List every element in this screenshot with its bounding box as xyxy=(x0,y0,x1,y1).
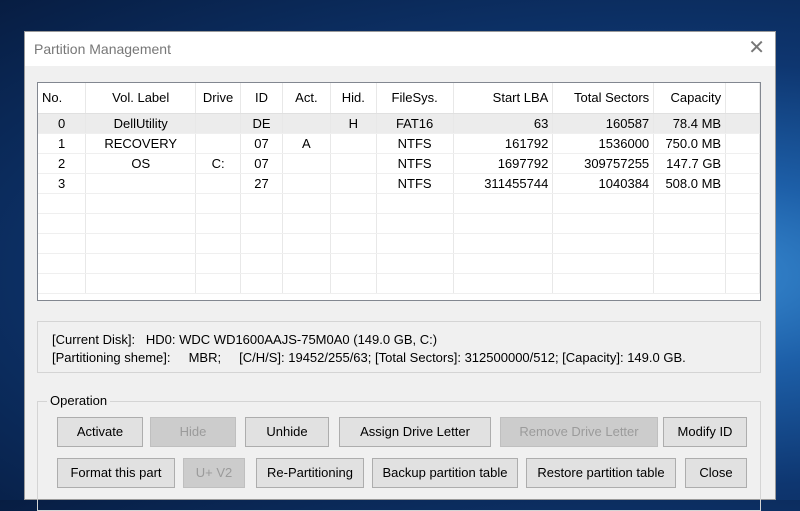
empty-row xyxy=(38,273,760,294)
cell-spacer xyxy=(725,133,760,154)
table-row[interactable]: 1 RECOVERY 07 A NTFS 161792 1536000 750.… xyxy=(38,133,760,154)
cell-drive: C: xyxy=(195,153,242,174)
format-partition-button[interactable]: Format this part xyxy=(57,458,175,488)
cell-spacer xyxy=(725,173,760,194)
title-bar: Partition Management ✕ xyxy=(25,32,775,66)
column-header-hid[interactable]: Hid. xyxy=(330,83,377,114)
cell-drive xyxy=(195,173,242,194)
backup-partition-table-button[interactable]: Backup partition table xyxy=(372,458,518,488)
cell-act xyxy=(282,173,331,194)
cell-capacity: 508.0 MB xyxy=(653,173,727,194)
partition-table: No. Vol. Label Drive ID Act. Hid. FileSy… xyxy=(38,83,760,294)
unhide-button[interactable]: Unhide xyxy=(245,417,329,447)
cell-no: 0 xyxy=(38,113,87,134)
empty-row xyxy=(38,193,760,214)
cell-no: 1 xyxy=(38,133,87,154)
cell-filesys: NTFS xyxy=(376,173,454,194)
cell-hid: H xyxy=(330,113,377,134)
cell-vol-label xyxy=(85,173,197,194)
table-row[interactable]: 0 DellUtility DE H FAT16 63 160587 78.4 … xyxy=(38,113,760,134)
cell-drive xyxy=(195,133,242,154)
re-partitioning-button[interactable]: Re-Partitioning xyxy=(256,458,364,488)
cell-filesys: NTFS xyxy=(376,153,454,174)
cell-start-lba: 161792 xyxy=(453,133,554,154)
cell-id: 07 xyxy=(240,153,283,174)
cell-start-lba: 63 xyxy=(453,113,554,134)
column-header-start-lba[interactable]: Start LBA xyxy=(453,83,554,114)
close-button[interactable]: Close xyxy=(685,458,747,488)
disk-info-panel: [Current Disk]: HD0: WDC WD1600AAJS-75M0… xyxy=(37,321,761,373)
column-header-drive[interactable]: Drive xyxy=(195,83,242,114)
column-header-spacer xyxy=(725,83,760,114)
operation-legend: Operation xyxy=(47,393,111,408)
partition-list[interactable]: No. Vol. Label Drive ID Act. Hid. FileSy… xyxy=(37,82,761,301)
cell-drive xyxy=(195,113,242,134)
cell-capacity: 78.4 MB xyxy=(653,113,727,134)
cell-act xyxy=(282,113,331,134)
restore-partition-table-button[interactable]: Restore partition table xyxy=(526,458,676,488)
column-header-capacity[interactable]: Capacity xyxy=(653,83,727,114)
cell-no: 3 xyxy=(38,173,87,194)
empty-row xyxy=(38,253,760,274)
cell-total-sectors: 1040384 xyxy=(552,173,655,194)
cell-total-sectors: 1536000 xyxy=(552,133,655,154)
close-icon[interactable]: ✕ xyxy=(748,36,765,60)
partition-management-dialog: Partition Management ✕ No. Vol. Label Dr… xyxy=(24,31,776,511)
empty-row xyxy=(38,233,760,254)
cell-filesys: NTFS xyxy=(376,133,454,154)
partitioning-scheme-info: [Partitioning sheme]: MBR; [C/H/S]: 1945… xyxy=(52,350,686,365)
empty-row xyxy=(38,213,760,234)
cell-act: A xyxy=(282,133,331,154)
column-header-act[interactable]: Act. xyxy=(282,83,331,114)
cell-total-sectors: 160587 xyxy=(552,113,655,134)
column-header-total-sectors[interactable]: Total Sectors xyxy=(552,83,655,114)
column-header-filesys[interactable]: FileSys. xyxy=(376,83,454,114)
cell-capacity: 750.0 MB xyxy=(653,133,727,154)
cell-spacer xyxy=(725,113,760,134)
cell-start-lba: 1697792 xyxy=(453,153,554,174)
u-plus-v2-button[interactable]: U+ V2 xyxy=(183,458,245,488)
cell-hid xyxy=(330,153,377,174)
window-title: Partition Management xyxy=(34,41,171,57)
cell-hid xyxy=(330,133,377,154)
assign-drive-letter-button[interactable]: Assign Drive Letter xyxy=(339,417,491,447)
activate-button[interactable]: Activate xyxy=(57,417,143,447)
cell-spacer xyxy=(725,153,760,174)
current-disk-info: [Current Disk]: HD0: WDC WD1600AAJS-75M0… xyxy=(52,332,438,347)
cell-id: 27 xyxy=(240,173,283,194)
cell-act xyxy=(282,153,331,174)
column-header-id[interactable]: ID xyxy=(240,83,283,114)
hide-button[interactable]: Hide xyxy=(150,417,236,447)
cell-vol-label: OS xyxy=(85,153,197,174)
cell-vol-label: DellUtility xyxy=(85,113,197,134)
column-header-no[interactable]: No. xyxy=(38,83,87,114)
remove-drive-letter-button[interactable]: Remove Drive Letter xyxy=(500,417,658,447)
cell-start-lba: 311455744 xyxy=(453,173,554,194)
cell-id: 07 xyxy=(240,133,283,154)
table-row[interactable]: 3 27 NTFS 311455744 1040384 508.0 MB xyxy=(38,173,760,194)
cell-id: DE xyxy=(240,113,283,134)
cell-vol-label: RECOVERY xyxy=(85,133,197,154)
table-row[interactable]: 2 OS C: 07 NTFS 1697792 309757255 147.7 … xyxy=(38,153,760,174)
cell-filesys: FAT16 xyxy=(376,113,454,134)
cell-capacity: 147.7 GB xyxy=(653,153,727,174)
cell-total-sectors: 309757255 xyxy=(552,153,655,174)
table-header-row: No. Vol. Label Drive ID Act. Hid. FileSy… xyxy=(38,83,760,114)
cell-no: 2 xyxy=(38,153,87,174)
cell-hid xyxy=(330,173,377,194)
modify-id-button[interactable]: Modify ID xyxy=(663,417,747,447)
column-header-vol-label[interactable]: Vol. Label xyxy=(85,83,197,114)
